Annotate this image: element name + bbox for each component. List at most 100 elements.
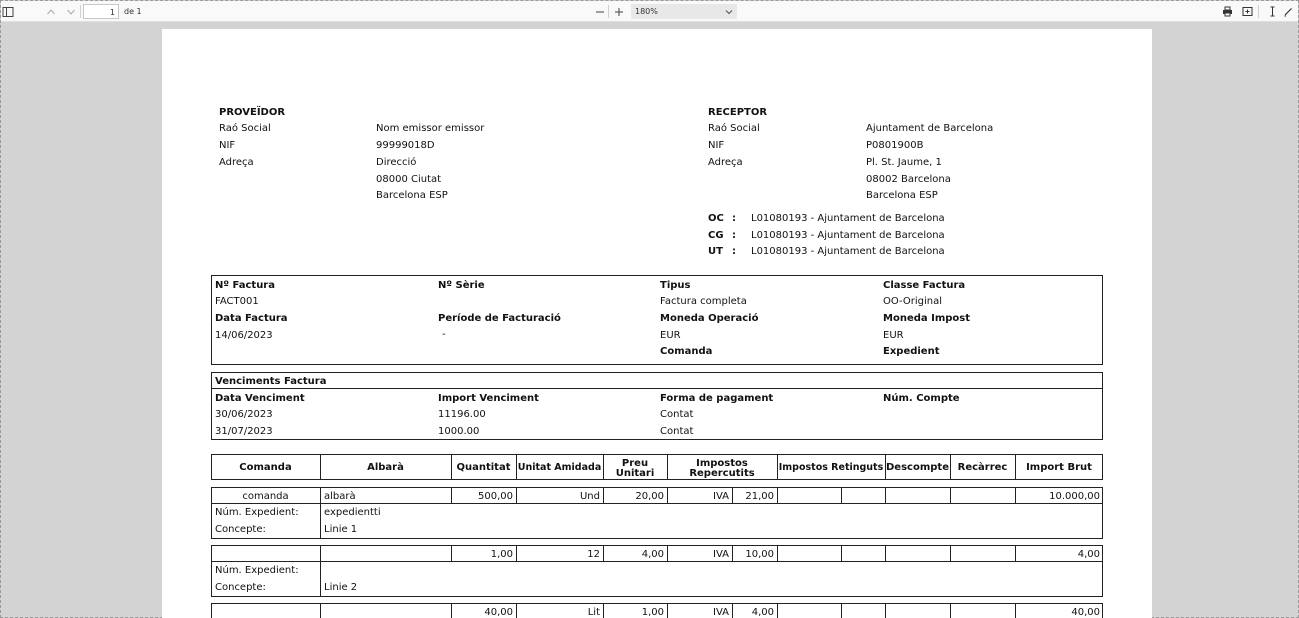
receiver-value: Ajuntament de Barcelona (866, 123, 994, 134)
col-header-taxes-2: Repercutits (689, 468, 755, 479)
row-unit: Lit (587, 607, 600, 618)
payment-method-value: Contat (660, 409, 694, 420)
row-unit: 12 (587, 549, 600, 560)
col-header-unit-price-2: Unitari (615, 468, 655, 479)
supplier-value: Direcció (376, 157, 417, 168)
due-dates-title: Venciments Factura (215, 376, 327, 387)
toolbar-divider (80, 5, 81, 18)
payment-method-value: Contat (660, 426, 694, 437)
page-number-input[interactable]: 1 (83, 4, 119, 19)
zoom-in-button[interactable] (611, 4, 626, 19)
page-total-label: de 1 (124, 7, 142, 16)
receiver-value: Pl. St. Jaume, 1 (866, 157, 942, 168)
billing-period-label: Període de Facturació (438, 313, 561, 324)
pdf-page: PROVEÏDOR Raó Social NIF Adreça Nom emis… (162, 29, 1152, 618)
account-number-header: Núm. Compte (883, 393, 960, 404)
code-value: L01080193 - Ajuntament de Barcelona (751, 213, 945, 224)
supplier-label: Adreça (219, 157, 254, 168)
receiver-title: RECEPTOR (708, 107, 768, 118)
row-file-label: Núm. Expedient: (215, 507, 299, 518)
due-amount-header: Import Venciment (438, 393, 539, 404)
pdf-toolbar: 1 de 1 180% (1, 1, 1298, 22)
code-separator: : (732, 230, 736, 241)
row-tax-rate: 10,00 (745, 549, 774, 560)
code-value: L01080193 - Ajuntament de Barcelona (751, 246, 945, 257)
col-header-delivery-note: Albarà (367, 462, 404, 473)
code-label: UT (708, 246, 723, 257)
tax-currency-label: Moneda Impost (883, 313, 971, 324)
col-header-quantity: Quantitat (456, 462, 511, 473)
print-icon[interactable] (1220, 4, 1235, 19)
row-tax-rate: 4,00 (751, 607, 774, 618)
supplier-value: 08000 Ciutat (376, 174, 442, 185)
supplier-value: Nom emissor emissor (376, 123, 485, 134)
row-gross: 40,00 (1071, 607, 1100, 618)
draw-pen-icon[interactable] (1281, 4, 1296, 19)
due-amount-value: 1000.00 (438, 426, 480, 437)
receiver-value: Barcelona ESP (866, 190, 938, 201)
next-page-icon[interactable] (63, 4, 78, 19)
row-concept-value: Linie 2 (324, 582, 358, 593)
toolbar-divider (608, 5, 609, 18)
operation-currency-value: EUR (660, 330, 681, 341)
row-file-label: Núm. Expedient: (215, 565, 299, 576)
payment-method-header: Forma de pagament (660, 393, 774, 404)
supplier-value: Barcelona ESP (376, 190, 448, 201)
operation-currency-label: Moneda Operació (660, 313, 759, 324)
row-unit: Und (579, 491, 600, 502)
zoom-level-select[interactable]: 180% (631, 4, 737, 19)
code-value: L01080193 - Ajuntament de Barcelona (751, 230, 945, 241)
divider (211, 388, 1103, 389)
supplier-title: PROVEÏDOR (219, 107, 286, 118)
save-icon[interactable] (1240, 4, 1255, 19)
row-tax-type: IVA (713, 491, 729, 502)
receiver-value: 08002 Barcelona (866, 174, 951, 185)
row-gross: 4,00 (1077, 549, 1100, 560)
receiver-label: NIF (708, 140, 725, 151)
due-date-value: 30/06/2023 (215, 409, 273, 420)
zoom-out-button[interactable] (592, 4, 607, 19)
file-label: Expedient (883, 346, 940, 357)
row-unit-price: 4,00 (641, 549, 664, 560)
invoice-document: PROVEÏDOR Raó Social NIF Adreça Nom emis… (162, 29, 1152, 618)
due-dates-box (211, 372, 1103, 440)
supplier-value: 99999018D (376, 140, 435, 151)
col-header-order: Comanda (239, 462, 292, 473)
chevron-down-icon (725, 4, 733, 21)
receiver-label: Adreça (708, 157, 743, 168)
invoice-class-label: Classe Factura (883, 280, 966, 291)
invoice-serie-label: Nº Sèrie (438, 280, 485, 291)
receiver-value: P0801900B (866, 140, 924, 151)
row-unit-price: 20,00 (635, 491, 664, 502)
previous-page-icon[interactable] (43, 4, 58, 19)
code-label: OC (708, 213, 724, 224)
code-label: CG (708, 230, 724, 241)
col-header-unit: Unitat Amidada (517, 462, 602, 473)
invoice-number-value: FACT001 (215, 296, 259, 307)
billing-period-value: - (442, 329, 446, 340)
row-delivery-note: albarà (324, 491, 356, 502)
col-header-gross: Import Brut (1026, 462, 1092, 473)
supplier-label: Raó Social (219, 123, 271, 134)
invoice-date-label: Data Factura (215, 313, 288, 324)
col-header-discount: Descompte (886, 462, 949, 473)
sidebar-toggle-icon[interactable] (1, 4, 15, 19)
invoice-number-label: Nº Factura (215, 280, 275, 291)
invoice-date-value: 14/06/2023 (215, 330, 273, 341)
row-concept-label: Concepte: (215, 524, 266, 535)
row-order: comanda (242, 491, 289, 502)
text-select-icon[interactable] (1265, 4, 1280, 19)
row-tax-type: IVA (713, 607, 729, 618)
code-separator: : (732, 213, 736, 224)
row-concept-value: Linie 1 (324, 524, 358, 535)
zoom-level-value: 180% (635, 7, 658, 16)
row-tax-type: IVA (713, 549, 729, 560)
row-quantity: 1,00 (490, 549, 513, 560)
due-amount-value: 11196.00 (438, 409, 486, 420)
row-unit-price: 1,00 (641, 607, 664, 618)
row-tax-rate: 21,00 (745, 491, 774, 502)
code-separator: : (732, 246, 736, 257)
order-label: Comanda (660, 346, 713, 357)
toolbar-divider (1258, 5, 1259, 18)
tax-currency-value: EUR (883, 330, 904, 341)
